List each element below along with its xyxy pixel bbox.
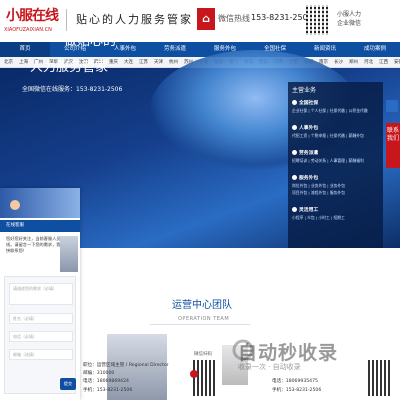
wechat-qr-code (306, 5, 328, 35)
city-link[interactable]: 天津 (154, 60, 163, 65)
qr-caption: 微信扫码 (194, 352, 212, 357)
name-input[interactable]: 姓名（必填） (9, 313, 73, 324)
panel-section-items[interactable]: 招聘培训 | 劳动关系 | 人事管理 | 薪酬福利 (292, 158, 380, 164)
city-link[interactable]: 长沙 (334, 60, 343, 65)
city-link[interactable]: 郑州 (349, 60, 358, 65)
wechat-caption-line2: 企业微信 (337, 20, 362, 27)
panel-section-items[interactable]: 项目外包 | 流程外包 | 服务外包 (292, 190, 380, 196)
city-link[interactable]: 大连 (124, 60, 133, 65)
panel-section-label: 服务外包 (299, 176, 319, 181)
panel-section-title[interactable]: 全国社保 (292, 99, 318, 106)
site-slogan: 贴心的人力服务管家 (76, 13, 193, 26)
hero-contact-line: 全国微信在线服务：153-8231-2506 (22, 86, 123, 93)
chat-submit-button[interactable]: 提交 (60, 378, 76, 390)
panel-section-items[interactable]: 小程序 | 众包 | 小时工 | 短期工 (292, 215, 380, 221)
nav-item-labor-dispatch[interactable]: 劳务派遣 (150, 42, 200, 57)
location-icon (190, 370, 198, 378)
main-nav: 首页 公司介绍 人事外包 劳务派遣 服务外包 全国社保 新闻资讯 成功案例 (0, 42, 400, 57)
site-logo-domain: XIAOFUZAIXIAN.CN (4, 27, 52, 33)
chat-side-image (60, 236, 78, 272)
agent-avatar (10, 200, 20, 210)
city-link[interactable]: 杭州 (169, 60, 178, 65)
wechat-hotline-icon: ⌂ (197, 8, 215, 30)
email-input[interactable]: 邮箱（选填） (9, 349, 73, 360)
phone-input[interactable]: 电话（必填） (9, 331, 73, 342)
panel-section-title[interactable]: 灵活用工 (292, 206, 318, 213)
panel-section-label: 劳务派遣 (299, 151, 319, 156)
service-icon (292, 125, 297, 130)
panel-section-items[interactable]: 企业社保 | 个人社保 | 社保代缴 | 公积金代缴 (292, 108, 380, 114)
team-subtitle: OPERATION TEAM (178, 316, 230, 322)
member-info-line: 邮编：310000 (83, 371, 115, 376)
member-qr-code (193, 360, 217, 396)
chat-form: 请描述您的需求（必填） 姓名（必填） 电话（必填） 邮箱（选填） (4, 276, 76, 394)
member-info-line: 电话：18069935475 (272, 379, 318, 384)
chat-header[interactable]: 在线客服 (0, 220, 80, 232)
wechat-caption: 小服人力 企业微信 (337, 10, 361, 28)
business-panel: 主营业务 全国社保 企业社保 | 个人社保 | 社保代缴 | 公积金代缴 人事外… (288, 82, 383, 252)
contact-us-side-tab[interactable]: 联系我们 (386, 123, 400, 168)
panel-heading: 主营业务 (292, 87, 317, 94)
member-info-line: 手机：153-8231-2506 (272, 388, 322, 393)
panel-section-title[interactable]: 劳务派遣 (292, 149, 318, 156)
service-icon (292, 175, 297, 180)
team-divider (150, 324, 250, 325)
nav-item-home[interactable]: 首页 (0, 42, 50, 57)
need-textarea[interactable]: 请描述您的需求（必填） (9, 283, 73, 305)
nav-item-cases[interactable]: 成功案例 (350, 42, 400, 57)
city-link[interactable]: 河北 (364, 60, 373, 65)
hotline-label: 微信热线 (218, 14, 250, 23)
nav-item-news[interactable]: 新闻资讯 (300, 42, 350, 57)
member-info-line: 职位：运营区域主管 / Regional Director (83, 363, 169, 368)
watermark-subtext: 收录一次 · 自动收录 (238, 363, 301, 371)
service-icon (292, 207, 297, 212)
header-divider (66, 9, 67, 31)
panel-section-label: 灵活用工 (299, 208, 319, 213)
hero-title-line2: 人力服务管家 (30, 60, 109, 75)
panel-section-items[interactable]: 代招工资 | 个税申报 | 社保代缴 | 薪酬外包 (292, 133, 380, 139)
city-link[interactable]: 重庆 (109, 60, 118, 65)
city-link[interactable]: 江西 (379, 60, 388, 65)
member-qr-code (368, 360, 392, 396)
wechat-caption-line1: 小服人力 (337, 11, 362, 18)
panel-section-label: 全国社保 (299, 101, 319, 106)
panel-section-title[interactable]: 人事外包 (292, 124, 318, 131)
watermark-text: 自动秒收录 (238, 342, 339, 364)
service-icon (292, 100, 297, 105)
city-link[interactable]: 北京 (4, 60, 13, 65)
city-link[interactable]: 安徽 (394, 60, 400, 65)
member-info-line: 电话：18069869424 (83, 379, 129, 384)
team-title: 运营中心团队 (172, 300, 232, 311)
panel-section-items[interactable]: 岗位外包 | 业务外包 | 业务外包 (292, 183, 380, 189)
site-logo[interactable]: 小服在线 (6, 5, 59, 25)
member-info-line: 手机：153-8231-2506 (83, 388, 133, 393)
panel-section-label: 人事外包 (299, 126, 319, 131)
hotline-number: 153-8231-2506 (251, 13, 313, 22)
toolbar-icon[interactable] (386, 100, 398, 112)
panel-section-title[interactable]: 服务外包 (292, 174, 318, 181)
hero-title-line1: 做贴心的 (64, 34, 117, 49)
city-link[interactable]: 上海 (19, 60, 28, 65)
city-link[interactable]: 江苏 (139, 60, 148, 65)
service-icon (292, 150, 297, 155)
